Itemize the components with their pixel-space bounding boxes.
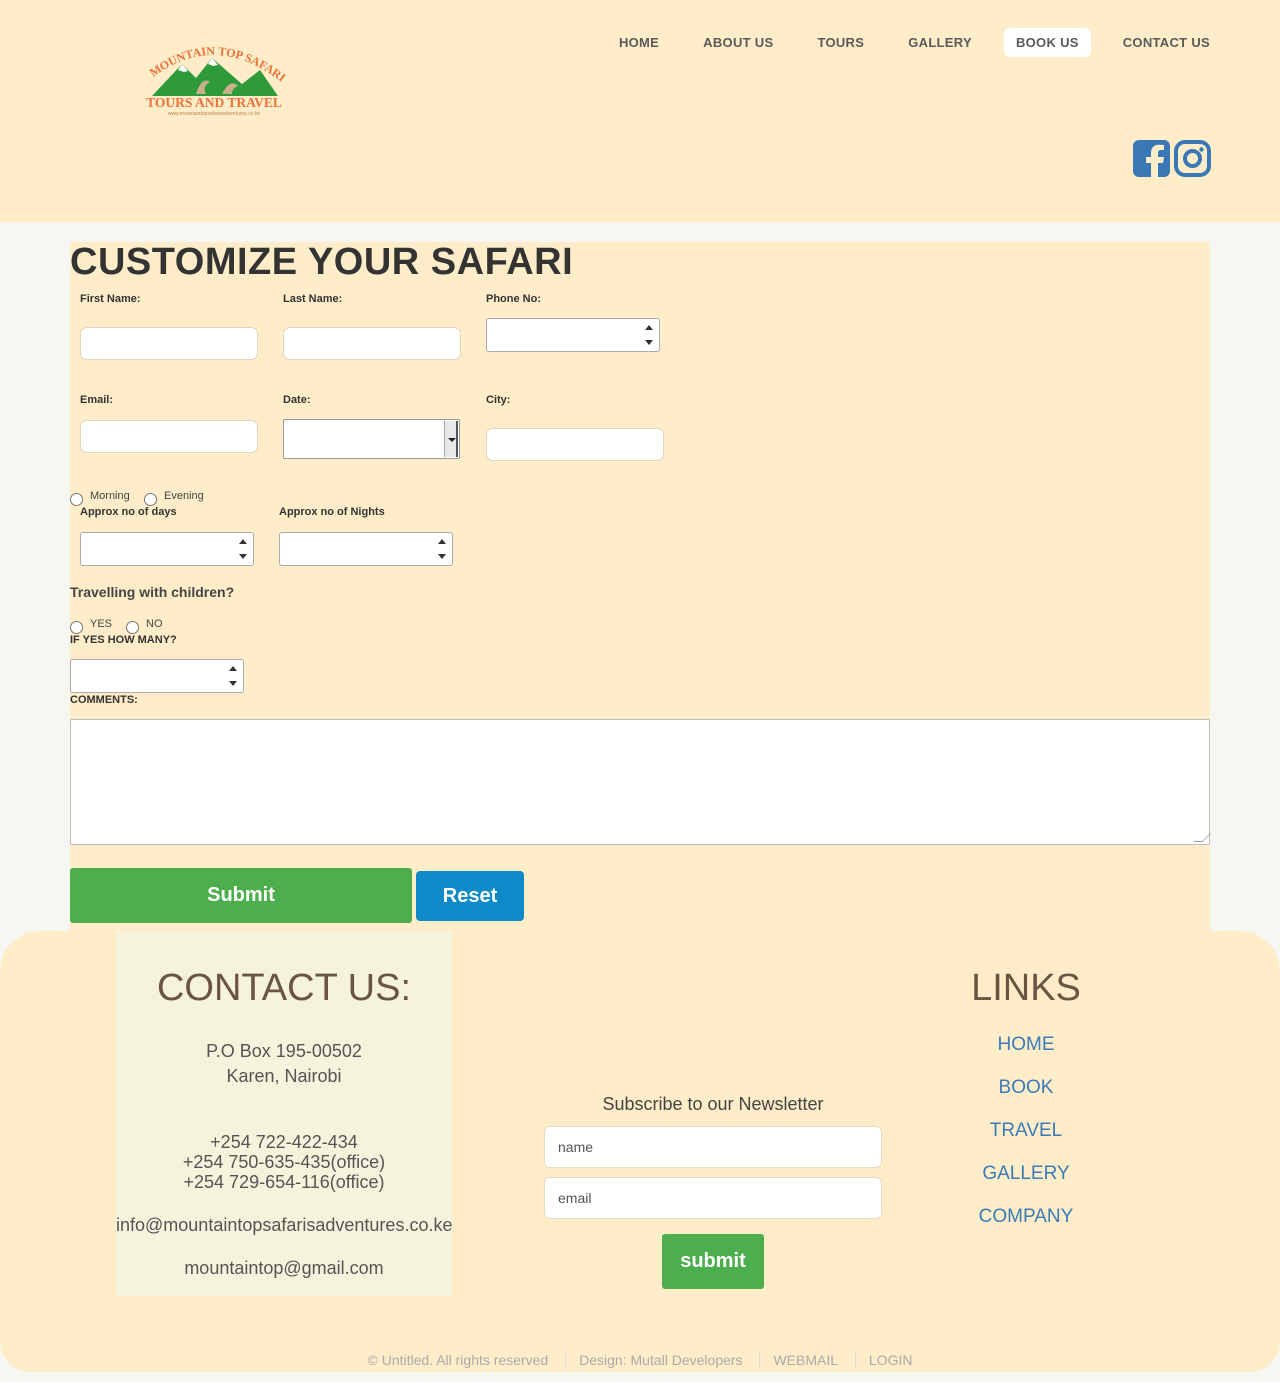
- nav-contact-us[interactable]: CONTACT US: [1111, 28, 1222, 57]
- no-radio[interactable]: [126, 621, 139, 634]
- reset-button[interactable]: Reset: [416, 871, 524, 921]
- footer-link-book[interactable]: BOOK: [926, 1077, 1126, 1120]
- phone-3: +254 729-654-116(office): [183, 1172, 385, 1192]
- copyright-bar: © Untitled. All rights reserved Design: …: [0, 1352, 1280, 1368]
- yes-radio[interactable]: [70, 621, 83, 634]
- first-name-label: First Name:: [80, 293, 141, 305]
- submit-button[interactable]: Submit: [70, 868, 412, 923]
- newsletter-submit-button[interactable]: submit: [662, 1234, 764, 1289]
- address-line1: P.O Box 195-00502: [206, 1041, 362, 1061]
- contact-section: CONTACT US: P.O Box 195-00502 Karen, Nai…: [116, 931, 452, 1296]
- webmail-link[interactable]: WEBMAIL: [759, 1352, 852, 1368]
- nights-input[interactable]: [279, 532, 453, 566]
- email-gmail[interactable]: mountaintop@gmail.com: [116, 1258, 452, 1278]
- newsletter-section: Subscribe to our Newsletter name email s…: [544, 1094, 882, 1289]
- days-input[interactable]: [80, 532, 254, 566]
- evening-radio[interactable]: [144, 493, 157, 506]
- footer-link-home[interactable]: HOME: [926, 1034, 1126, 1077]
- footer-link-gallery[interactable]: GALLERY: [926, 1163, 1126, 1206]
- city-input[interactable]: [486, 428, 664, 461]
- date-label: Date:: [283, 394, 311, 406]
- social-links: [1133, 140, 1211, 177]
- spin-down-icon[interactable]: [438, 554, 446, 559]
- spin-up-icon[interactable]: [438, 539, 446, 544]
- footer-link-company[interactable]: COMPANY: [926, 1206, 1126, 1249]
- email-info[interactable]: info@mountaintopsafarisadventures.co.ke: [116, 1215, 452, 1235]
- phone-2: +254 750-635-435(office): [182, 1152, 386, 1172]
- instagram-icon[interactable]: [1174, 140, 1211, 177]
- nav-tours[interactable]: TOURS: [805, 28, 876, 57]
- phone-label: Phone No:: [486, 293, 541, 305]
- first-name-input[interactable]: [80, 327, 258, 360]
- last-name-label: Last Name:: [283, 293, 343, 305]
- spin-up-icon[interactable]: [239, 539, 247, 544]
- comments-label: COMMENTS:: [70, 694, 138, 706]
- last-name-input[interactable]: [283, 327, 461, 360]
- phone-input[interactable]: [486, 318, 660, 352]
- nights-label: Approx no of Nights: [279, 506, 385, 518]
- spin-up-icon[interactable]: [645, 325, 653, 330]
- morning-radio[interactable]: [70, 493, 83, 506]
- site-footer: CONTACT US: P.O Box 195-00502 Karen, Nai…: [0, 931, 1280, 1372]
- city-label: City:: [486, 394, 511, 406]
- morning-label: Morning: [90, 490, 130, 502]
- footer-link-travel[interactable]: TRAVEL: [926, 1120, 1126, 1163]
- yes-label: YES: [90, 618, 113, 630]
- spin-up-icon[interactable]: [229, 666, 237, 671]
- spin-down-icon[interactable]: [645, 340, 653, 345]
- logo-url-text: www.mountaintopsafarisadventures.co.ke: [168, 111, 260, 117]
- links-section: LINKS HOME BOOK TRAVEL GALLERY COMPANY: [926, 967, 1126, 1249]
- contact-title: CONTACT US:: [156, 967, 412, 1009]
- children-count-input[interactable]: [70, 659, 244, 693]
- company-logo[interactable]: MOUNTAIN TOP SAFARIS TOURS AND TRAVEL ww…: [135, 23, 290, 120]
- logo-bottom-text: TOURS AND TRAVEL: [146, 95, 282, 110]
- main-nav: HOME ABOUT US TOURS GALLERY BOOK US CONT…: [587, 28, 1222, 57]
- customize-safari-form: CUSTOMIZE YOUR SAFARI First Name: Last N…: [70, 242, 1210, 932]
- children-question: Travelling with children?: [70, 584, 235, 600]
- dropdown-arrow-icon[interactable]: [444, 421, 458, 457]
- date-select[interactable]: [283, 419, 460, 459]
- evening-label: Evening: [164, 490, 204, 502]
- facebook-icon[interactable]: [1133, 140, 1170, 177]
- links-title: LINKS: [971, 967, 1081, 1009]
- phone-1: +254 722-422-434: [210, 1132, 358, 1152]
- how-many-label: IF YES HOW MANY?: [70, 634, 177, 646]
- nav-gallery[interactable]: GALLERY: [896, 28, 984, 57]
- newsletter-name-input[interactable]: name: [544, 1126, 882, 1168]
- login-link[interactable]: LOGIN: [854, 1352, 926, 1368]
- spin-down-icon[interactable]: [229, 681, 237, 686]
- nav-about-us[interactable]: ABOUT US: [691, 28, 785, 57]
- nav-home[interactable]: HOME: [607, 28, 671, 57]
- no-label: NO: [146, 618, 163, 630]
- form-title: CUSTOMIZE YOUR SAFARI: [70, 241, 574, 283]
- design-credit[interactable]: Design: Mutall Developers: [565, 1352, 756, 1368]
- copyright-text: © Untitled. All rights reserved: [367, 1352, 549, 1368]
- spin-down-icon[interactable]: [239, 554, 247, 559]
- comments-textarea[interactable]: [70, 719, 1210, 845]
- days-label: Approx no of days: [80, 506, 177, 518]
- email-label: Email:: [80, 394, 114, 406]
- newsletter-title: Subscribe to our Newsletter: [602, 1094, 824, 1114]
- nav-book-us[interactable]: BOOK US: [1003, 28, 1091, 57]
- newsletter-email-input[interactable]: email: [544, 1177, 882, 1219]
- email-input[interactable]: [80, 420, 258, 453]
- site-header: MOUNTAIN TOP SAFARIS TOURS AND TRAVEL ww…: [0, 0, 1280, 222]
- address-line2: Karen, Nairobi: [226, 1066, 342, 1086]
